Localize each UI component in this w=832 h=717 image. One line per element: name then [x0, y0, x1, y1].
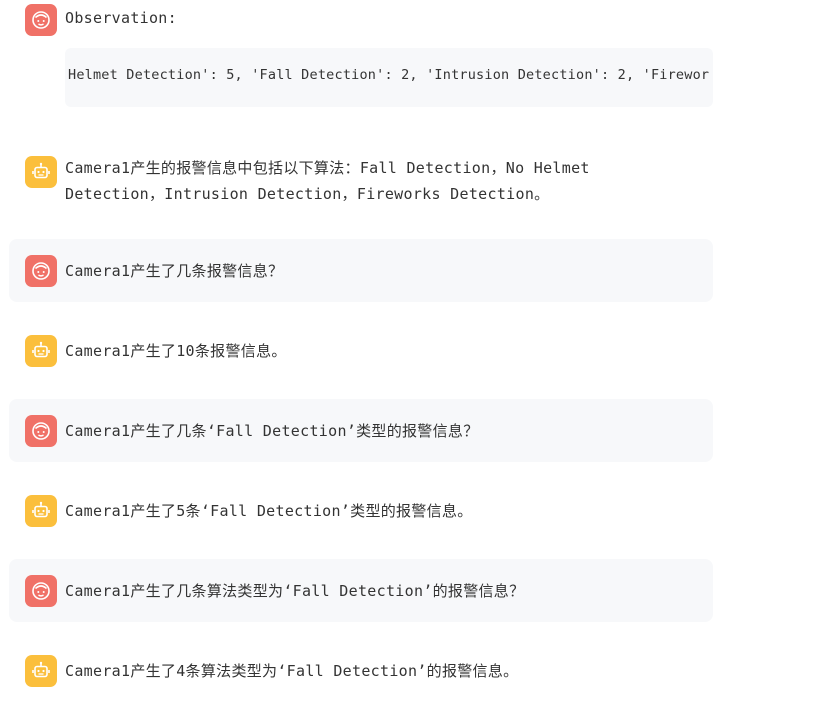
observation-label: Observation: [65, 9, 177, 27]
robot-icon [32, 341, 50, 358]
bot-message-text: Camera1产生了10条报警信息。 [65, 342, 287, 360]
observation-code-text: Helmet Detection': 5, 'Fall Detection': … [68, 67, 710, 83]
user-face-icon [32, 11, 50, 29]
user-face-icon [32, 262, 50, 280]
robot-icon [32, 501, 50, 518]
bot-message-text: Camera1产生的报警信息中包括以下算法：Fall Detection，No … [65, 159, 590, 203]
user-avatar [25, 415, 57, 447]
observation-code-block[interactable]: Helmet Detection': 5, 'Fall Detection': … [65, 48, 713, 107]
user-avatar [25, 575, 57, 607]
bot-avatar [25, 495, 57, 527]
bot-message-text: Camera1产生了4条算法类型为‘Fall Detection’的报警信息。 [65, 662, 519, 680]
bot-avatar [25, 655, 57, 687]
user-message-text: Camera1产生了几条‘Fall Detection’类型的报警信息？ [65, 422, 479, 440]
user-face-icon [32, 582, 50, 600]
bot-avatar [25, 335, 57, 367]
user-face-icon [32, 422, 50, 440]
user-message-text: Camera1产生了几条报警信息？ [65, 262, 284, 280]
bot-message-text: Camera1产生了5条‘Fall Detection’类型的报警信息。 [65, 502, 473, 520]
robot-icon [32, 162, 50, 179]
user-avatar [25, 4, 57, 36]
bot-avatar [25, 156, 57, 188]
user-message-text: Camera1产生了几条算法类型为‘Fall Detection’的报警信息？ [65, 582, 525, 600]
robot-icon [32, 661, 50, 678]
user-avatar [25, 255, 57, 287]
